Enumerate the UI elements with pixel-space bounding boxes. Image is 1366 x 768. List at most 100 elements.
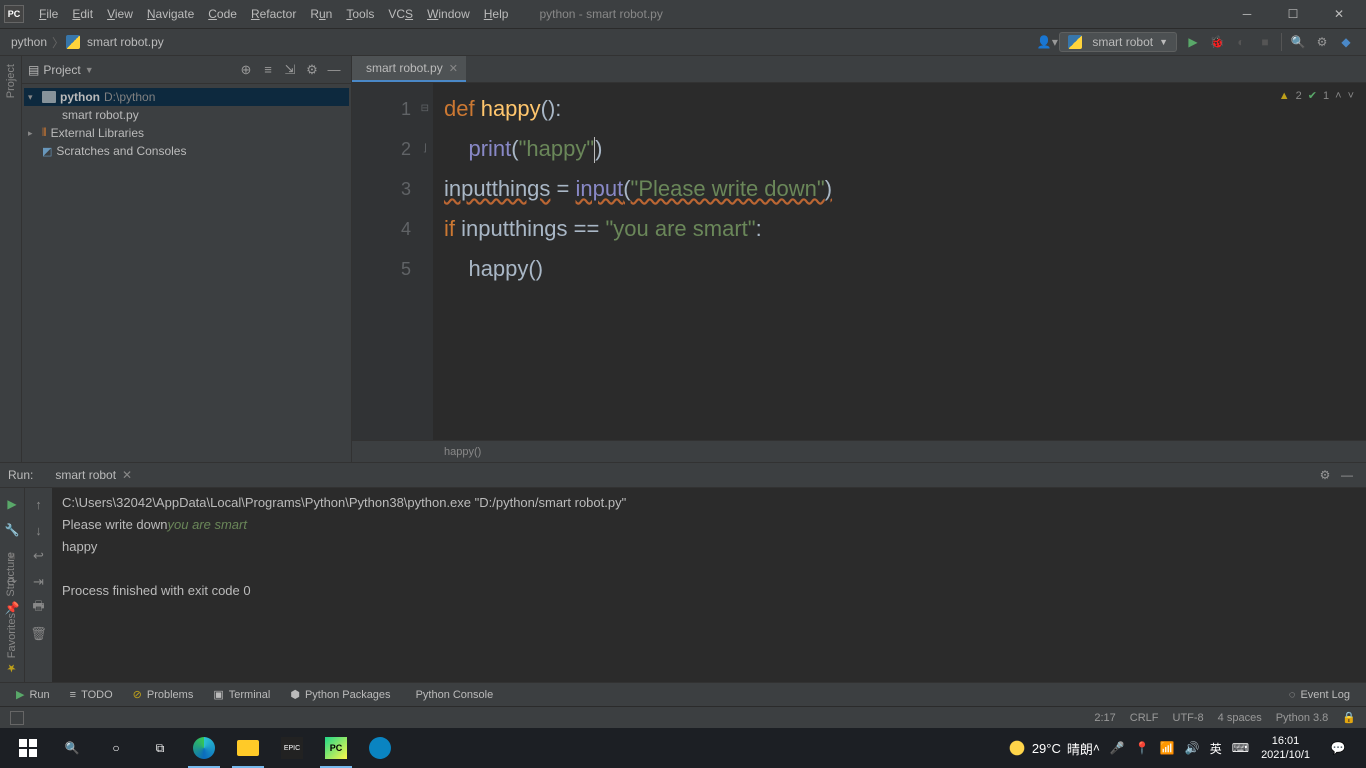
explorer-icon[interactable] [226,728,270,768]
tool-window-quick-access[interactable] [10,711,24,725]
code-editor[interactable]: 1 2 3 4 5 ⊟ ⌋ def happy(): print("happy"… [352,83,1366,440]
close-tab-icon[interactable]: ✕ [122,468,132,482]
stop-button[interactable]: ■ [1253,30,1277,54]
start-button[interactable] [6,728,50,768]
system-tray[interactable]: ˄ 🎤 📍 📶 🔊 英 ⌨ [1093,740,1255,757]
breadcrumb-item[interactable]: happy() [444,446,481,458]
add-user-icon[interactable]: 👤▾ [1035,30,1059,54]
status-indent[interactable]: 4 spaces [1218,712,1262,724]
menu-file[interactable]: File [32,7,65,21]
inspection-widget[interactable]: ▲2 ✔1 ˄ ˅ [1279,89,1354,102]
tray-mic-icon[interactable]: 🎤 [1110,741,1125,755]
bt-run[interactable]: ▶Run [6,688,60,701]
fold-end-marker[interactable]: ⌋ [421,129,429,169]
expand-all-button[interactable]: ≡ [257,59,279,81]
scroll-end-button[interactable]: ⇥ [27,570,51,594]
settings-button[interactable]: ⚙ [1310,30,1334,54]
notifications-button[interactable]: 💬 [1316,728,1360,768]
chevron-down-icon[interactable]: ˅ [1348,90,1354,102]
menu-edit[interactable]: Edit [65,7,100,21]
bt-todo[interactable]: ≡TODO [60,689,123,701]
status-encoding[interactable]: UTF-8 [1173,712,1204,724]
tray-location-icon[interactable]: 📍 [1135,741,1150,755]
tree-external-libraries[interactable]: ▸ ⫴ External Libraries [24,124,349,142]
up-trace-button[interactable]: ↑ [27,492,51,516]
menu-navigate[interactable]: Navigate [140,7,201,21]
toolstrip-structure[interactable]: Structure [3,544,19,605]
menu-vcs[interactable]: VCS [381,7,420,21]
taskbar-clock[interactable]: 16:01 2021/10/1 [1255,734,1316,762]
menu-view[interactable]: View [100,7,140,21]
editor-breadcrumb[interactable]: happy() [352,440,1366,462]
coverage-button[interactable]: ◐ [1229,30,1253,54]
menu-tools[interactable]: Tools [339,7,381,21]
search-button[interactable]: 🔍 [50,728,94,768]
chevron-up-icon[interactable]: ˄ [1335,90,1341,102]
breadcrumb-root[interactable]: python [8,35,50,49]
chevron-right-icon[interactable]: ▸ [28,128,38,139]
tray-volume-icon[interactable]: 🔊 [1185,741,1200,755]
project-settings-button[interactable]: ⚙ [301,59,323,81]
hide-panel-button[interactable]: — [323,59,345,81]
tree-file-node[interactable]: smart robot.py [24,106,349,124]
toolstrip-project[interactable]: Project [3,56,19,106]
run-button[interactable]: ▶ [1181,30,1205,54]
clear-button[interactable]: 🗑 [27,622,51,646]
chevron-down-icon[interactable]: ▾ [28,92,38,103]
tray-chevron-icon[interactable]: ˄ [1093,741,1100,755]
tree-scratches[interactable]: ◩ Scratches and Consoles [24,142,349,160]
select-opened-file-button[interactable]: ⊕ [235,59,257,81]
run-settings-button[interactable]: ⚙ [1314,464,1336,486]
chevron-down-icon[interactable]: ▼ [85,65,94,75]
run-settings-action[interactable]: 🔧 [1,518,23,542]
menu-code[interactable]: Code [201,7,244,21]
toolstrip-favorites[interactable]: ★ Favorites [3,605,20,682]
cortana-button[interactable]: ○ [94,728,138,768]
tray-ime[interactable]: 英 [1210,740,1222,757]
status-interpreter[interactable]: Python 3.8 [1276,712,1329,724]
run-tab[interactable]: smart robot ✕ [43,465,138,486]
debug-button[interactable]: 🐞 [1205,30,1229,54]
bt-event-log[interactable]: ◌Event Log [1279,689,1360,701]
menu-window[interactable]: Window [420,7,477,21]
status-position[interactable]: 2:17 [1094,712,1115,724]
run-config-selector[interactable]: smart robot ▼ [1059,32,1177,52]
bt-problems[interactable]: ⊘Problems [123,688,204,701]
maximize-button[interactable]: ☐ [1270,0,1316,28]
hide-run-panel-button[interactable]: — [1336,464,1358,486]
pycharm-icon[interactable]: PC [314,728,358,768]
status-line-sep[interactable]: CRLF [1130,712,1159,724]
menu-run[interactable]: Run [303,7,339,21]
tray-keyboard-icon[interactable]: ⌨ [1232,741,1249,755]
menu-help[interactable]: Help [477,7,516,21]
bt-console[interactable]: Python Console [401,689,504,701]
print-button[interactable]: 🖶 [27,596,51,620]
close-button[interactable]: ✕ [1316,0,1362,28]
fold-marker[interactable]: ⊟ [421,89,429,129]
tray-wifi-icon[interactable]: 📶 [1160,741,1175,755]
editor-tab[interactable]: smart robot.py ✕ [352,56,466,82]
search-button[interactable]: 🔍 [1286,30,1310,54]
code-content[interactable]: def happy(): print("happy")inputthings =… [434,83,1366,440]
project-tree[interactable]: ▾ python D:\python smart robot.py ▸ ⫴ Ex… [22,84,351,164]
lock-icon[interactable]: 🔒 [1342,711,1356,724]
bt-packages[interactable]: ⬢Python Packages [280,688,400,701]
collapse-all-button[interactable]: ⇲ [279,59,301,81]
breadcrumb-file[interactable]: smart robot.py [84,35,167,49]
rerun-button[interactable]: ▶ [1,492,23,516]
gutter[interactable]: 1 2 3 4 5 ⊟ ⌋ [352,83,434,440]
menu-refactor[interactable]: Refactor [244,7,303,21]
close-tab-button[interactable]: ✕ [449,62,458,75]
down-trace-button[interactable]: ↓ [27,518,51,542]
learn-button[interactable]: ◆ [1334,30,1358,54]
taskbar-weather[interactable]: 29°C 晴朗 [1008,739,1093,758]
soft-wrap-button[interactable]: ↩ [27,544,51,568]
run-output[interactable]: C:\Users\32042\AppData\Local\Programs\Py… [52,488,1366,682]
tree-root-node[interactable]: ▾ python D:\python [24,88,349,106]
epic-icon[interactable]: EPIC [270,728,314,768]
minimize-button[interactable]: ─ [1224,0,1270,28]
bt-terminal[interactable]: ▣Terminal [203,688,280,701]
edge-icon[interactable] [182,728,226,768]
app-icon-generic[interactable] [358,728,402,768]
taskview-button[interactable]: ⧉ [138,728,182,768]
